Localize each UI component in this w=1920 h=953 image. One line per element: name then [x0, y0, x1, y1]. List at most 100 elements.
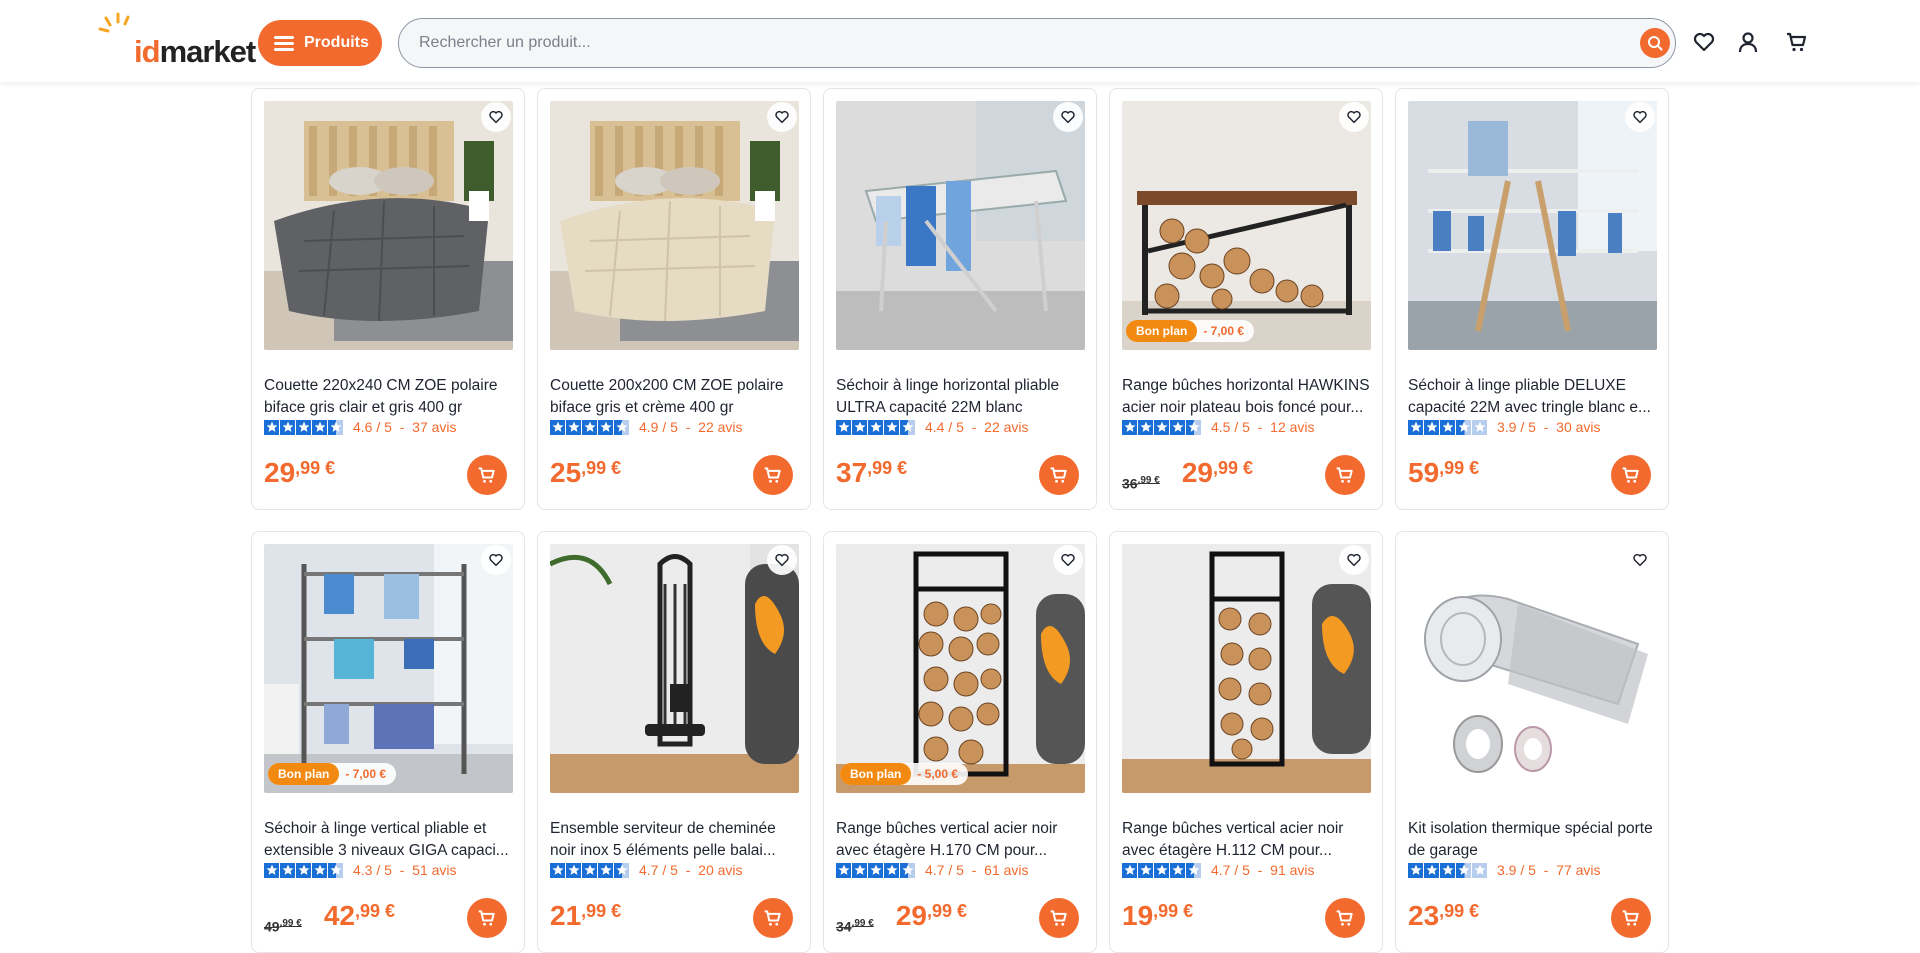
product-photo [1122, 101, 1371, 350]
heart-icon [1633, 553, 1647, 567]
star-icon [868, 419, 883, 435]
star-icon [884, 862, 899, 878]
product-card[interactable]: Séchoir à linge pliable DELUXE capacité … [1395, 88, 1669, 510]
star-icon [1138, 419, 1153, 435]
product-title[interactable]: Séchoir à linge vertical pliable et exte… [264, 818, 516, 862]
review-count[interactable]: 22 avis [698, 419, 742, 435]
product-image[interactable] [1408, 101, 1657, 350]
products-menu-button[interactable]: Produits [258, 20, 382, 66]
product-title[interactable]: Séchoir à linge pliable DELUXE capacité … [1408, 375, 1660, 419]
product-title[interactable]: Séchoir à linge horizontal pliable ULTRA… [836, 375, 1088, 419]
review-count[interactable]: 37 avis [412, 419, 456, 435]
search-button[interactable] [1640, 28, 1670, 58]
star-icon [1138, 862, 1153, 878]
wishlist-button[interactable] [1690, 28, 1718, 56]
review-count[interactable]: 77 avis [1556, 862, 1600, 878]
product-image[interactable] [1122, 544, 1371, 793]
add-to-wishlist-button[interactable] [1625, 102, 1655, 132]
heart-icon [1061, 110, 1075, 124]
product-title[interactable]: Range bûches vertical acier noir avec ét… [1122, 818, 1374, 862]
price-row: 23,99 € [1408, 900, 1479, 932]
product-image[interactable]: Bon plan - 7,00 € [1122, 101, 1371, 350]
product-rating: 3.9 / 5 - 30 avis [1408, 419, 1601, 435]
review-count[interactable]: 12 avis [1270, 419, 1314, 435]
product-card[interactable]: Couette 200x200 CM ZOE polaire biface gr… [537, 88, 811, 510]
current-price: 29,99 € [895, 900, 968, 931]
price-row: 37,99 € [836, 457, 907, 489]
price-row: 34,99 € 29,99 € [836, 900, 967, 935]
product-card[interactable]: Bon plan - 5,00 € Range bûches vertical … [823, 531, 1097, 953]
product-image[interactable] [550, 544, 799, 793]
review-count[interactable]: 61 avis [984, 862, 1028, 878]
add-to-wishlist-button[interactable] [1053, 545, 1083, 575]
product-card[interactable]: Bon plan - 7,00 € Séchoir à linge vertic… [251, 531, 525, 953]
product-title[interactable]: Couette 220x240 CM ZOE polaire biface gr… [264, 375, 516, 419]
add-to-cart-button[interactable] [1611, 898, 1651, 938]
add-to-wishlist-button[interactable] [481, 102, 511, 132]
product-title[interactable]: Kit isolation thermique spécial porte de… [1408, 818, 1660, 862]
product-image[interactable] [264, 101, 513, 350]
product-rating: 4.4 / 5 - 22 avis [836, 419, 1029, 435]
add-to-wishlist-button[interactable] [767, 102, 797, 132]
add-to-cart-button[interactable] [1039, 455, 1079, 495]
logo-burst-icon [98, 12, 130, 33]
site-logo[interactable]: idmarket [98, 12, 256, 70]
product-title[interactable]: Couette 200x200 CM ZOE polaire biface gr… [550, 375, 802, 419]
product-card[interactable]: Couette 220x240 CM ZOE polaire biface gr… [251, 88, 525, 510]
product-image[interactable] [836, 101, 1085, 350]
product-image[interactable] [1408, 544, 1657, 793]
add-to-cart-button[interactable] [1325, 455, 1365, 495]
star-icon [312, 419, 327, 435]
add-to-wishlist-button[interactable] [1053, 102, 1083, 132]
star-icon [280, 419, 295, 435]
add-to-cart-button[interactable] [1325, 898, 1365, 938]
cart-icon [1622, 910, 1639, 926]
search-input[interactable] [419, 34, 1599, 52]
product-image[interactable] [550, 101, 799, 350]
add-to-wishlist-button[interactable] [767, 545, 797, 575]
old-price: 34,99 € [836, 918, 874, 935]
price-row: 29,99 € [264, 457, 335, 489]
add-to-cart-button[interactable] [467, 898, 507, 938]
cart-icon [1622, 467, 1639, 483]
product-photo [836, 101, 1085, 350]
rating-separator: - [1249, 419, 1271, 435]
add-to-cart-button[interactable] [1039, 898, 1079, 938]
account-button[interactable] [1734, 28, 1762, 56]
product-card[interactable]: Range bûches vertical acier noir avec ét… [1109, 531, 1383, 953]
review-count[interactable]: 22 avis [984, 419, 1028, 435]
rating-value: 3.9 / 5 [1497, 862, 1536, 878]
star-icon [1472, 862, 1487, 878]
review-count[interactable]: 30 avis [1556, 419, 1600, 435]
add-to-cart-button[interactable] [467, 455, 507, 495]
add-to-cart-button[interactable] [753, 898, 793, 938]
add-to-wishlist-button[interactable] [481, 545, 511, 575]
add-to-wishlist-button[interactable] [1339, 102, 1369, 132]
product-card[interactable]: Ensemble serviteur de cheminée noir inox… [537, 531, 811, 953]
add-to-wishlist-button[interactable] [1339, 545, 1369, 575]
product-rating: 4.6 / 5 - 37 avis [264, 419, 457, 435]
review-count[interactable]: 91 avis [1270, 862, 1314, 878]
product-image[interactable]: Bon plan - 7,00 € [264, 544, 513, 793]
product-title[interactable]: Range bûches vertical acier noir avec ét… [836, 818, 1088, 862]
product-title[interactable]: Range bûches horizontal HAWKINS acier no… [1122, 375, 1374, 419]
review-count[interactable]: 20 avis [698, 862, 742, 878]
product-photo [550, 101, 799, 350]
add-to-wishlist-button[interactable] [1625, 545, 1655, 575]
product-card[interactable]: Séchoir à linge horizontal pliable ULTRA… [823, 88, 1097, 510]
cart-button[interactable] [1783, 28, 1811, 56]
review-count[interactable]: 51 avis [412, 862, 456, 878]
product-card[interactable]: Kit isolation thermique spécial porte de… [1395, 531, 1669, 953]
product-title[interactable]: Ensemble serviteur de cheminée noir inox… [550, 818, 802, 862]
product-image[interactable]: Bon plan - 5,00 € [836, 544, 1085, 793]
deal-badge-label: Bon plan [840, 763, 912, 785]
rating-separator: - [391, 419, 413, 435]
add-to-cart-button[interactable] [1611, 455, 1651, 495]
product-card[interactable]: Bon plan - 7,00 € Range bûches horizonta… [1109, 88, 1383, 510]
star-icon [328, 862, 343, 878]
add-to-cart-button[interactable] [753, 455, 793, 495]
product-rating: 4.3 / 5 - 51 avis [264, 862, 457, 878]
star-icon [1408, 862, 1423, 878]
deal-badge: Bon plan - 7,00 € [1126, 320, 1255, 342]
star-icon [1408, 419, 1423, 435]
